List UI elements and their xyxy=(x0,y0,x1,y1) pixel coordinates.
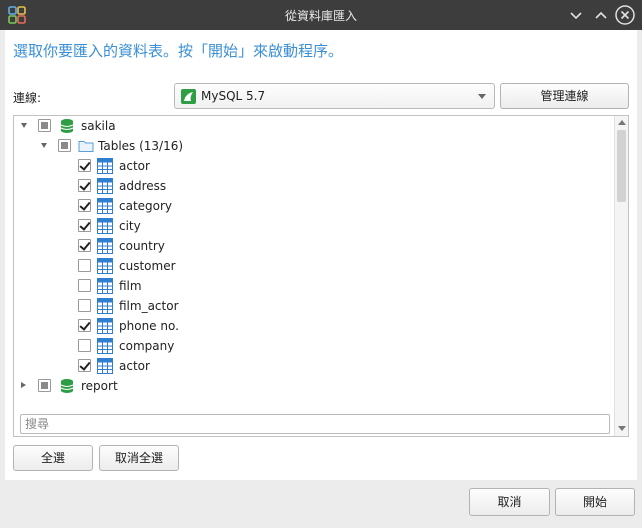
tree-item-label: country xyxy=(119,239,165,253)
checkbox[interactable] xyxy=(78,259,91,272)
mysql-connection-icon xyxy=(181,89,196,104)
table-icon xyxy=(97,318,113,334)
tree-table-film[interactable]: film xyxy=(14,276,614,296)
checkbox[interactable] xyxy=(78,239,91,252)
table-icon xyxy=(97,338,113,354)
tree-table-category[interactable]: category xyxy=(14,196,614,216)
table-icon xyxy=(97,198,113,214)
tree-group-tables[interactable]: Tables (13/16) xyxy=(14,136,614,156)
table-icon xyxy=(97,238,113,254)
maximize-icon[interactable] xyxy=(590,4,612,26)
deselect-all-button[interactable]: 取消全選 xyxy=(99,445,179,471)
vertical-scrollbar[interactable] xyxy=(614,116,628,436)
tree-database-report[interactable]: report xyxy=(14,376,614,396)
checkbox[interactable] xyxy=(78,339,91,352)
scroll-up-icon[interactable] xyxy=(618,120,626,125)
checkbox[interactable] xyxy=(78,159,91,172)
checkbox[interactable] xyxy=(78,319,91,332)
cancel-button[interactable]: 取消 xyxy=(469,488,550,516)
checkbox[interactable] xyxy=(78,179,91,192)
tree-item-label: actor xyxy=(119,159,150,173)
table-icon xyxy=(97,278,113,294)
checkbox[interactable] xyxy=(78,199,91,212)
scrollbar-thumb[interactable] xyxy=(617,130,626,202)
checkbox[interactable] xyxy=(78,219,91,232)
tree-item-label: film_actor xyxy=(119,299,179,313)
tree-item-label: report xyxy=(81,379,118,393)
minimize-icon[interactable] xyxy=(565,4,587,26)
tree-item-label: company xyxy=(119,339,175,353)
chevron-down-icon xyxy=(478,94,486,99)
collapse-arrow-icon[interactable] xyxy=(41,143,47,148)
connection-selected-value: MySQL 5.7 xyxy=(201,89,266,103)
manage-connections-button[interactable]: 管理連線 xyxy=(500,83,629,109)
window-title: 從資料庫匯入 xyxy=(284,9,357,23)
search-input[interactable] xyxy=(20,414,610,434)
table-icon xyxy=(97,258,113,274)
tree-item-label: phone no. xyxy=(119,319,179,333)
tree-item-label: address xyxy=(119,179,167,193)
expand-arrow-icon[interactable] xyxy=(21,382,26,388)
table-icon xyxy=(97,298,113,314)
table-tree: sakila Tables (13/16) actor address category… xyxy=(13,115,629,437)
table-icon xyxy=(97,158,113,174)
database-icon xyxy=(59,378,75,394)
tree-table-actor[interactable]: actor xyxy=(14,356,614,376)
tree-item-label: category xyxy=(119,199,173,213)
connection-select[interactable]: MySQL 5.7 xyxy=(174,83,495,109)
instruction-text: 選取你要匯入的資料表。按「開始」來啟動程序。 xyxy=(13,42,344,60)
table-icon xyxy=(97,218,113,234)
tree-table-film-actor[interactable]: film_actor xyxy=(14,296,614,316)
tree-table-company[interactable]: company xyxy=(14,336,614,356)
tree-table-phone-no-[interactable]: phone no. xyxy=(14,316,614,336)
checkbox[interactable] xyxy=(78,279,91,292)
start-button[interactable]: 開始 xyxy=(555,488,635,516)
checkbox[interactable] xyxy=(58,139,71,152)
checkbox[interactable] xyxy=(78,299,91,312)
scroll-down-icon[interactable] xyxy=(618,426,626,431)
table-icon xyxy=(97,178,113,194)
tree-item-label: actor xyxy=(119,359,150,373)
tree-item-label: film xyxy=(119,279,142,293)
close-icon[interactable] xyxy=(614,4,636,26)
tree-item-label: city xyxy=(119,219,141,233)
tree-table-customer[interactable]: customer xyxy=(14,256,614,276)
title-bar: 從資料庫匯入 xyxy=(0,0,642,30)
tree-database-sakila[interactable]: sakila xyxy=(14,116,614,136)
tree-item-label: Tables (13/16) xyxy=(98,139,184,153)
collapse-arrow-icon[interactable] xyxy=(21,123,27,128)
connection-label: 連線: xyxy=(13,91,42,105)
tree-table-country[interactable]: country xyxy=(14,236,614,256)
select-all-button[interactable]: 全選 xyxy=(13,445,93,471)
tree-table-city[interactable]: city xyxy=(14,216,614,236)
tree-item-label: customer xyxy=(119,259,176,273)
database-icon xyxy=(59,118,75,134)
folder-icon xyxy=(78,138,94,154)
tree-item-label: sakila xyxy=(81,119,116,133)
checkbox[interactable] xyxy=(78,359,91,372)
table-icon xyxy=(97,358,113,374)
tree-table-actor[interactable]: actor xyxy=(14,156,614,176)
checkbox[interactable] xyxy=(38,379,51,392)
tree-table-address[interactable]: address xyxy=(14,176,614,196)
dialog-content: 選取你要匯入的資料表。按「開始」來啟動程序。 連線: MySQL 5.7 管理連… xyxy=(5,30,637,480)
checkbox[interactable] xyxy=(38,119,51,132)
